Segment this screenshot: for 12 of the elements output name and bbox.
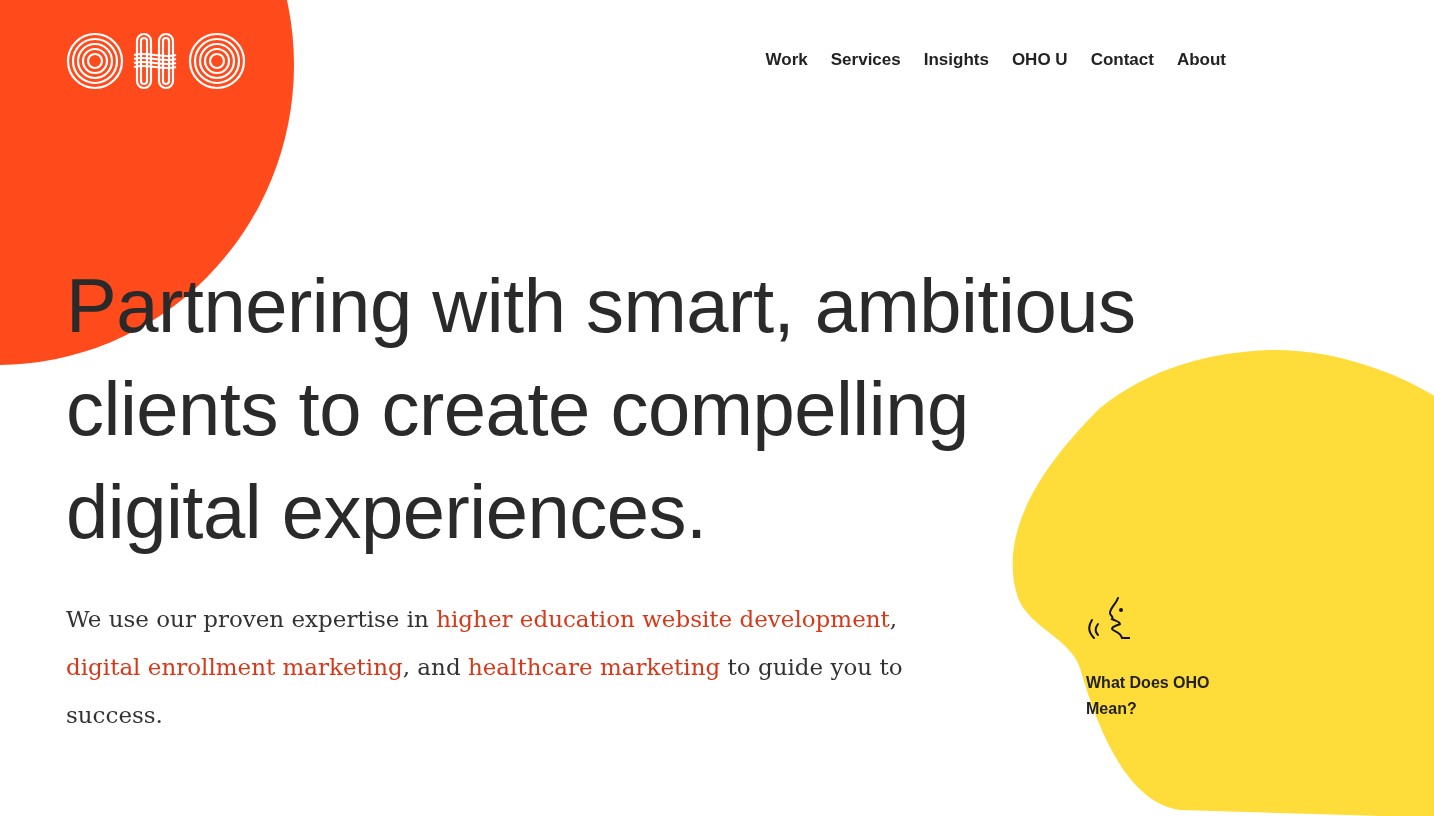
text-link[interactable]: healthcare marketing xyxy=(467,654,721,680)
text-link[interactable]: digital enrollment marketing xyxy=(66,654,403,680)
text-link[interactable]: higher education website development xyxy=(436,606,890,632)
nav-link[interactable]: Work xyxy=(765,50,808,70)
nav-link[interactable]: Insights xyxy=(923,50,989,70)
intro-paragraph: We use our proven expertise in higher education website development, digital enrollment marketing, and healthcare marketing to guide you to success. xyxy=(66,605,904,730)
nav-link[interactable]: Services xyxy=(830,50,901,70)
nav-link[interactable]: OHO U xyxy=(1011,50,1068,70)
speaking-head-icon xyxy=(1086,596,1130,642)
nav-link[interactable]: Contact xyxy=(1090,50,1154,70)
nav-link[interactable]: About xyxy=(1176,50,1226,70)
logo-drawing[interactable] xyxy=(66,32,246,90)
